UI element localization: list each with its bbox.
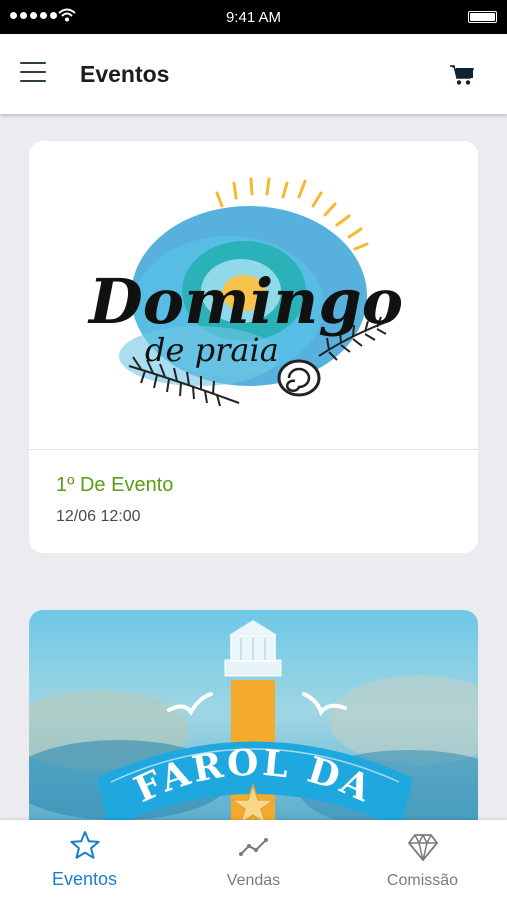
battery-icon xyxy=(468,11,497,23)
logo-subtitle-text: de praia xyxy=(145,331,279,369)
hamburger-menu-icon[interactable] xyxy=(20,62,48,84)
event-date: 12/06 12:00 xyxy=(56,508,141,525)
diamond-icon xyxy=(407,834,438,861)
tab-vendas[interactable]: Vendas xyxy=(169,820,338,900)
event-card[interactable]: Domingo de praia 1º De Evento 12/06 12:0… xyxy=(29,141,478,553)
farol-da-banner: FAROL DA xyxy=(29,610,478,820)
event-info: 1º De Evento 12/06 12:00 xyxy=(29,450,478,526)
event-image: Domingo de praia xyxy=(29,141,478,450)
tab-eventos[interactable]: Eventos xyxy=(0,820,169,900)
status-bar: 9:41 AM xyxy=(0,0,507,34)
tab-comissao[interactable]: Comissão xyxy=(338,820,507,900)
page-title: Eventos xyxy=(80,61,170,87)
event-image: FAROL DA xyxy=(29,610,478,820)
events-list[interactable]: Domingo de praia 1º De Evento 12/06 12:0… xyxy=(0,114,507,820)
logo-title-text: Domingo xyxy=(87,265,403,338)
tab-label: Comissão xyxy=(386,872,459,889)
app-header: Eventos xyxy=(0,34,507,114)
tab-label: Vendas xyxy=(226,872,281,889)
bottom-tab-bar: Eventos Vendas Comissão xyxy=(0,820,507,900)
domingo-de-praia-logo: Domingo de praia xyxy=(87,177,403,407)
event-card[interactable]: FAROL DA xyxy=(29,610,478,820)
status-time: 9:41 AM xyxy=(225,9,282,26)
event-name: 1º De Evento xyxy=(56,474,174,496)
tab-label: Eventos xyxy=(51,869,118,889)
trend-line-icon xyxy=(238,838,268,856)
star-icon xyxy=(69,831,100,859)
shopping-cart-icon[interactable] xyxy=(449,64,475,86)
